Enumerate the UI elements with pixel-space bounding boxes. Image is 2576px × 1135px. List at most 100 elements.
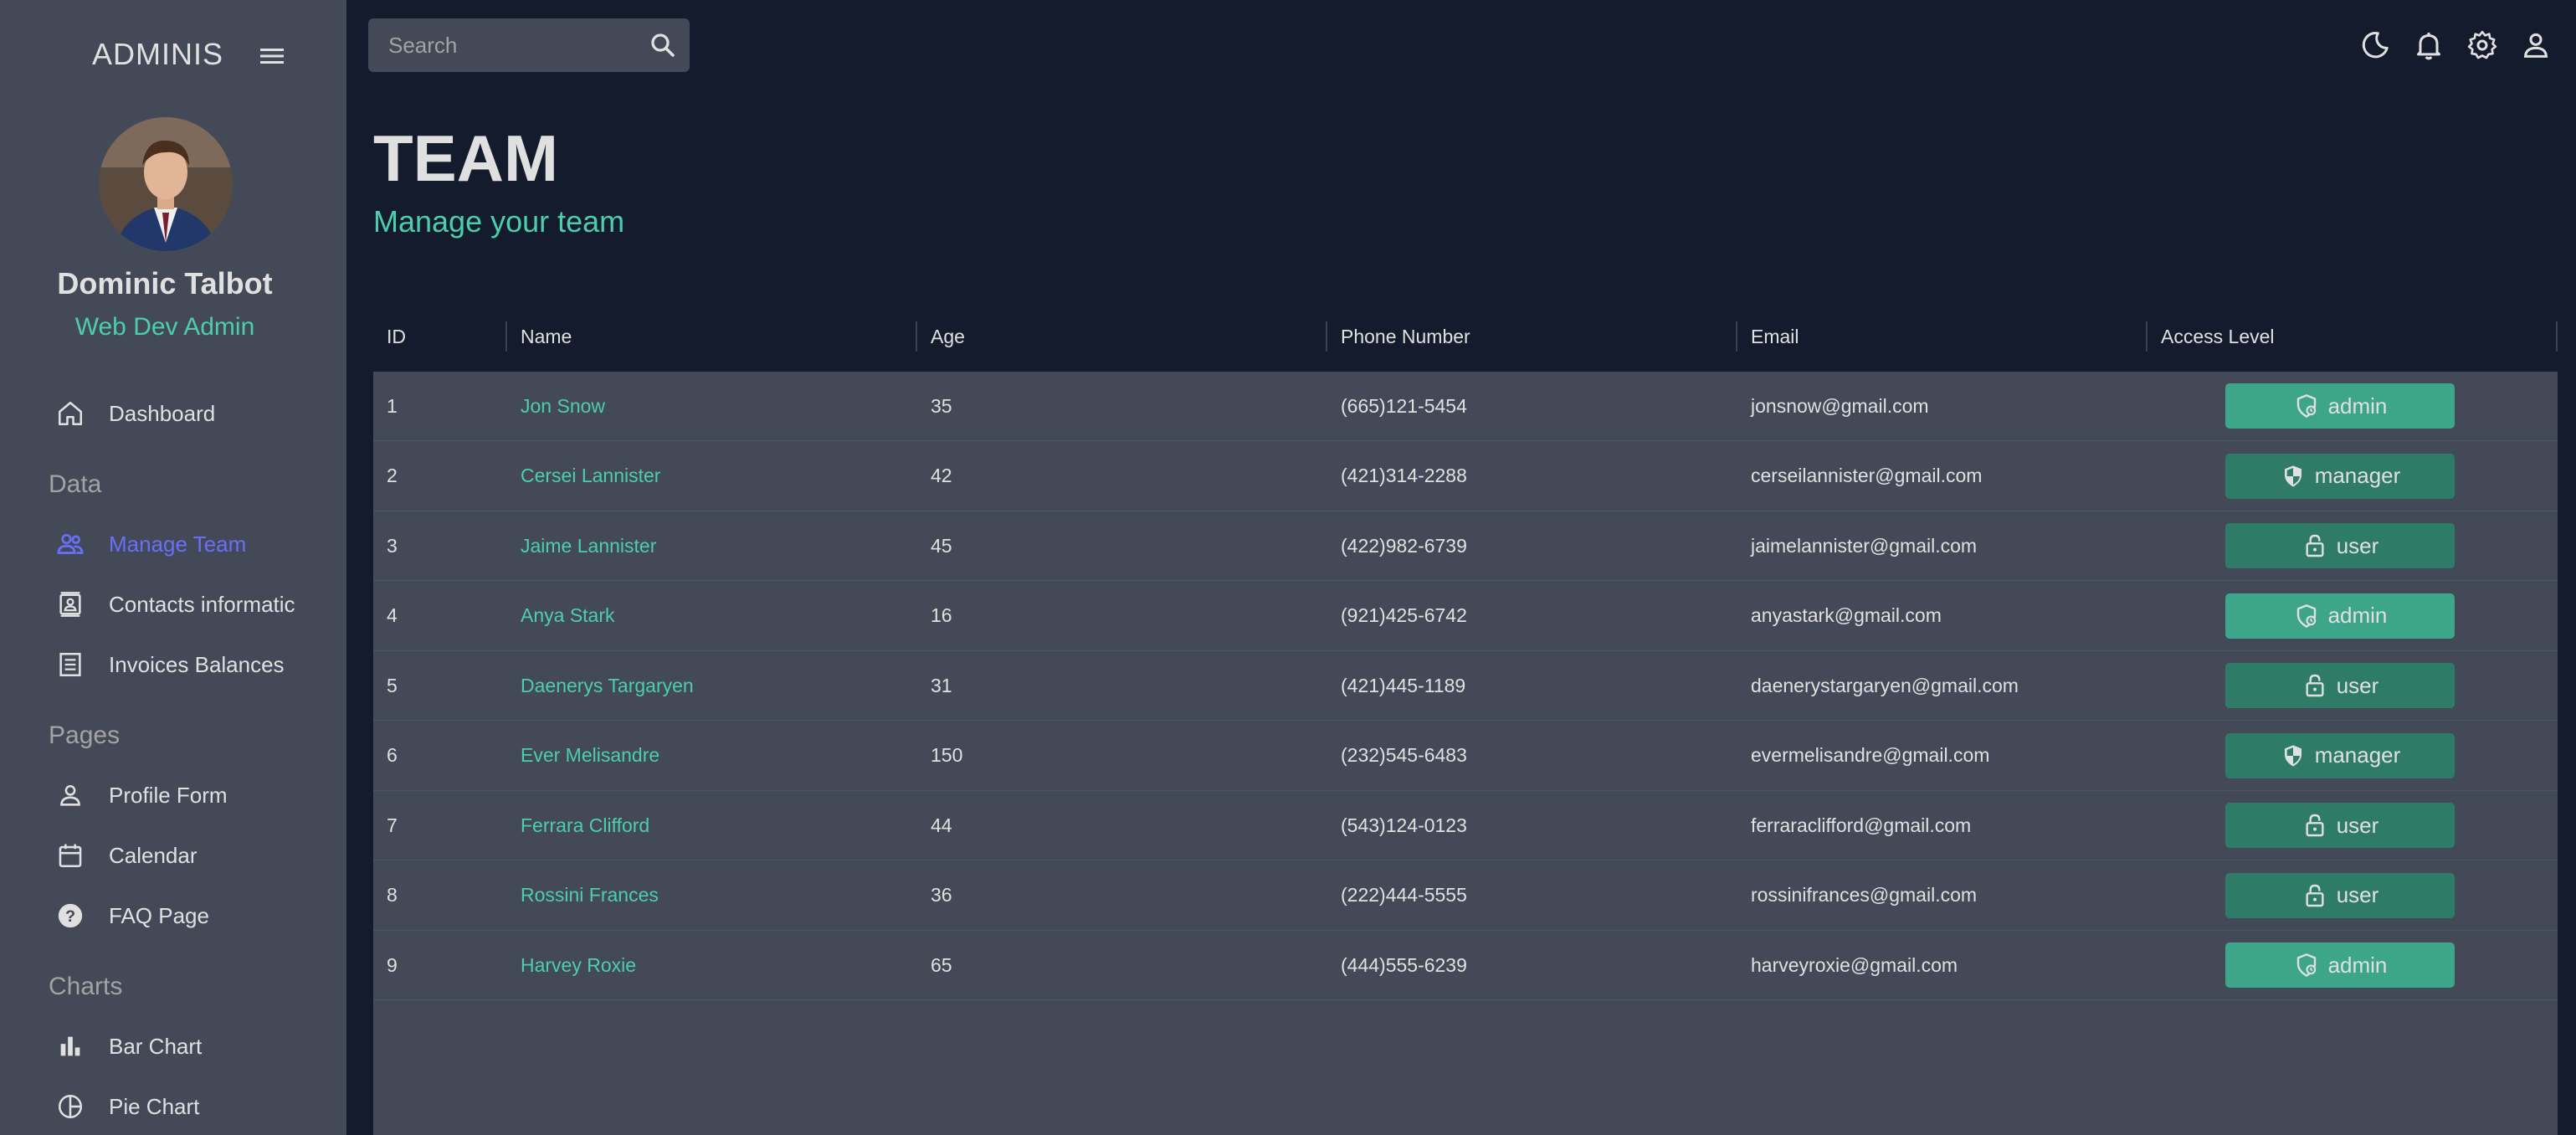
cell-email[interactable]: daenerystargaryen@gmail.com: [1737, 651, 2148, 721]
cell-age[interactable]: 65: [917, 931, 1327, 1000]
cell-email[interactable]: jonsnow@gmail.com: [1737, 372, 2148, 441]
sidebar-item-calendar[interactable]: Calendar: [0, 830, 346, 881]
column-header-phone[interactable]: Phone Number: [1327, 301, 1737, 372]
cell-phone[interactable]: (232)545-6483: [1327, 721, 1737, 790]
search-box: [368, 18, 690, 72]
cell-age[interactable]: 31: [917, 651, 1327, 721]
cell-id[interactable]: 8: [373, 860, 507, 930]
cell-phone[interactable]: (422)982-6739: [1327, 511, 1737, 581]
table-row[interactable]: 7 Ferrara Clifford 44 (543)124-0123 ferrarac…: [373, 791, 2558, 860]
table-row[interactable]: 5 Daenerys Targaryen 31 (421)445-1189 daener…: [373, 651, 2558, 721]
cell-age[interactable]: 150: [917, 721, 1327, 790]
cell-name[interactable]: Jon Snow: [507, 372, 917, 441]
lock-open-icon: [2301, 882, 2328, 909]
sidebar-item-contacts[interactable]: Contacts informatic: [0, 579, 346, 629]
cell-phone[interactable]: (421)445-1189: [1327, 651, 1737, 721]
notifications-icon[interactable]: [2412, 28, 2445, 62]
cell-name[interactable]: Ferrara Clifford: [507, 791, 917, 860]
cell-age[interactable]: 45: [917, 511, 1327, 581]
cell-id[interactable]: 7: [373, 791, 507, 860]
security-shield-icon: [2280, 463, 2307, 490]
cell-access: manager: [2148, 441, 2558, 511]
cell-email[interactable]: evermelisandre@gmail.com: [1737, 721, 2148, 790]
column-header-email[interactable]: Email: [1737, 301, 2148, 372]
cell-phone[interactable]: (421)314-2288: [1327, 441, 1737, 511]
column-header-id[interactable]: ID: [373, 301, 507, 372]
cell-email[interactable]: ferraraclifford@gmail.com: [1737, 791, 2148, 860]
cell-id[interactable]: 3: [373, 511, 507, 581]
sidebar-item-pie-chart[interactable]: Pie Chart: [0, 1081, 346, 1132]
cell-phone[interactable]: (222)444-5555: [1327, 860, 1737, 930]
cell-phone[interactable]: (921)425-6742: [1327, 581, 1737, 650]
search-input[interactable]: [368, 32, 636, 59]
cell-email[interactable]: jaimelannister@gmail.com: [1737, 511, 2148, 581]
sidebar-item-profile-form[interactable]: Profile Form: [0, 770, 346, 820]
table-row[interactable]: 6 Ever Melisandre 150 (232)545-6483 evermeli…: [373, 722, 2558, 791]
access-level-badge[interactable]: admin: [2225, 383, 2455, 429]
bar-chart-icon: [54, 1030, 87, 1063]
access-level-badge[interactable]: user: [2225, 803, 2455, 848]
table-row[interactable]: 1 Jon Snow 35 (665)121-5454 jonsnow@gmail.co…: [373, 372, 2558, 441]
cell-age[interactable]: 16: [917, 581, 1327, 650]
cell-id[interactable]: 2: [373, 441, 507, 511]
table-row[interactable]: 9 Harvey Roxie 65 (444)555-6239 harveyroxie@…: [373, 931, 2558, 1000]
cell-age[interactable]: 35: [917, 372, 1327, 441]
cell-phone[interactable]: (543)124-0123: [1327, 791, 1737, 860]
cell-email[interactable]: cerseilannister@gmail.com: [1737, 441, 2148, 511]
access-level-badge[interactable]: user: [2225, 663, 2455, 708]
cell-id[interactable]: 4: [373, 581, 507, 650]
cell-email[interactable]: harveyroxie@gmail.com: [1737, 931, 2148, 1000]
table-row[interactable]: 8 Rossini Frances 36 (222)444-5555 rossinifr…: [373, 861, 2558, 931]
cell-age[interactable]: 36: [917, 860, 1327, 930]
cell-name[interactable]: Harvey Roxie: [507, 931, 917, 1000]
cell-name[interactable]: Daenerys Targaryen: [507, 651, 917, 721]
access-level-badge[interactable]: manager: [2225, 453, 2455, 499]
cell-phone[interactable]: (444)555-6239: [1327, 931, 1737, 1000]
sidebar-item-invoices[interactable]: Invoices Balances: [0, 639, 346, 690]
cell-id[interactable]: 9: [373, 931, 507, 1000]
column-header-label: Name: [521, 325, 572, 347]
cell-id[interactable]: 5: [373, 651, 507, 721]
sidebar-item-bar-chart[interactable]: Bar Chart: [0, 1021, 346, 1071]
table-row[interactable]: 3 Jaime Lannister 45 (422)982-6739 jaimelann…: [373, 511, 2558, 581]
cell-email[interactable]: rossinifrances@gmail.com: [1737, 860, 2148, 930]
column-header-name[interactable]: Name: [507, 301, 917, 372]
cell-access: admin: [2148, 372, 2558, 441]
sidebar-item-faq[interactable]: ? FAQ Page: [0, 891, 346, 941]
column-separator[interactable]: [2556, 321, 2558, 352]
cell-name[interactable]: Jaime Lannister: [507, 511, 917, 581]
table-row[interactable]: 2 Cersei Lannister 42 (421)314-2288 cerseila…: [373, 442, 2558, 511]
admin-panel-icon: [2293, 603, 2320, 629]
menu-toggle-icon[interactable]: [258, 44, 286, 69]
page-title: TEAM: [373, 121, 558, 195]
sidebar-item-label: Dashboard: [109, 400, 216, 426]
cell-name[interactable]: Anya Stark: [507, 581, 917, 650]
cell-email[interactable]: anyastark@gmail.com: [1737, 581, 2148, 650]
security-shield-icon: [2280, 742, 2307, 769]
profile-icon[interactable]: [2519, 28, 2553, 62]
search-icon[interactable]: [648, 30, 678, 60]
access-level-badge[interactable]: user: [2225, 872, 2455, 918]
settings-icon[interactable]: [2466, 28, 2499, 62]
cell-id[interactable]: 6: [373, 721, 507, 790]
cell-id[interactable]: 1: [373, 372, 507, 441]
sidebar-item-dashboard[interactable]: Dashboard: [0, 388, 346, 439]
access-level-badge[interactable]: manager: [2225, 732, 2455, 778]
sidebar-item-manage-team[interactable]: Manage Team: [0, 519, 346, 569]
admin-panel-icon: [2293, 952, 2320, 978]
cell-name[interactable]: Ever Melisandre: [507, 721, 917, 790]
table-row[interactable]: 4 Anya Stark 16 (921)425-6742 anyastark@gmai…: [373, 582, 2558, 651]
column-header-age[interactable]: Age: [917, 301, 1327, 372]
cell-name[interactable]: Cersei Lannister: [507, 441, 917, 511]
cell-phone[interactable]: (665)121-5454: [1327, 372, 1737, 441]
access-level-badge[interactable]: user: [2225, 523, 2455, 568]
access-level-badge[interactable]: admin: [2225, 593, 2455, 639]
column-header-access-level[interactable]: Access Level: [2148, 301, 2558, 372]
cell-access: user: [2148, 791, 2558, 860]
cell-age[interactable]: 44: [917, 791, 1327, 860]
cell-name[interactable]: Rossini Frances: [507, 860, 917, 930]
cell-age[interactable]: 42: [917, 441, 1327, 511]
page-subtitle: Manage your team: [373, 204, 625, 239]
access-level-badge[interactable]: admin: [2225, 942, 2455, 988]
dark-mode-icon[interactable]: [2358, 28, 2392, 62]
